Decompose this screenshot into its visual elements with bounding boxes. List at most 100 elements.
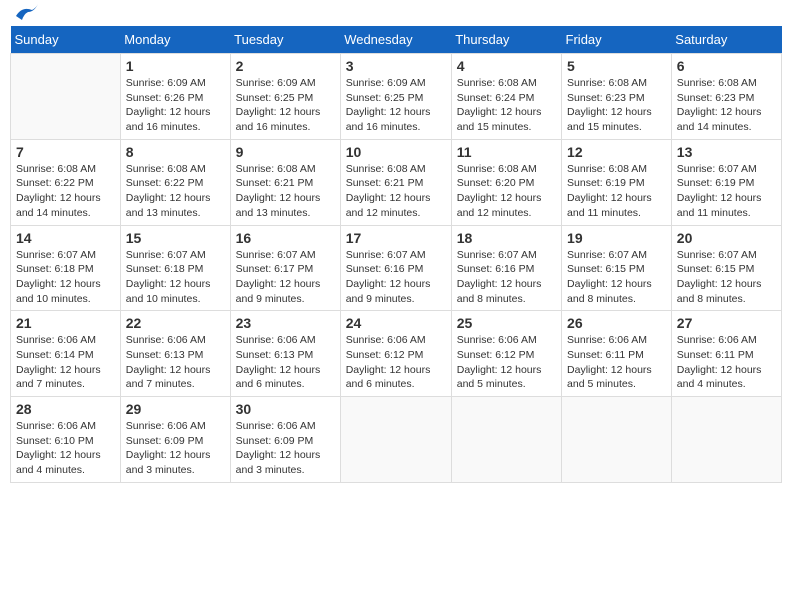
day-number: 16 bbox=[236, 230, 335, 246]
column-header-saturday: Saturday bbox=[671, 26, 781, 54]
day-info: Sunrise: 6:09 AM Sunset: 6:26 PM Dayligh… bbox=[126, 76, 225, 135]
column-header-sunday: Sunday bbox=[11, 26, 121, 54]
day-info: Sunrise: 6:07 AM Sunset: 6:19 PM Dayligh… bbox=[677, 162, 776, 221]
day-number: 12 bbox=[567, 144, 666, 160]
day-info: Sunrise: 6:08 AM Sunset: 6:20 PM Dayligh… bbox=[457, 162, 556, 221]
day-number: 23 bbox=[236, 315, 335, 331]
calendar-cell: 29 Sunrise: 6:06 AM Sunset: 6:09 PM Dayli… bbox=[120, 397, 230, 483]
day-info: Sunrise: 6:06 AM Sunset: 6:09 PM Dayligh… bbox=[126, 419, 225, 478]
calendar-cell bbox=[671, 397, 781, 483]
page-header bbox=[10, 10, 782, 18]
calendar-cell: 5Sunrise: 6:08 AM Sunset: 6:23 PM Daylig… bbox=[562, 54, 672, 140]
day-info: Sunrise: 6:06 AM Sunset: 6:09 PM Dayligh… bbox=[236, 419, 335, 478]
day-info: Sunrise: 6:06 AM Sunset: 6:13 PM Dayligh… bbox=[236, 333, 335, 392]
day-info: Sunrise: 6:07 AM Sunset: 6:15 PM Dayligh… bbox=[677, 248, 776, 307]
day-info: Sunrise: 6:08 AM Sunset: 6:22 PM Dayligh… bbox=[126, 162, 225, 221]
calendar-header-row: SundayMondayTuesdayWednesdayThursdayFrid… bbox=[11, 26, 782, 54]
day-number: 6 bbox=[677, 58, 776, 74]
day-number: 24 bbox=[346, 315, 446, 331]
calendar-cell: 20 Sunrise: 6:07 AM Sunset: 6:15 PM Dayli… bbox=[671, 225, 781, 311]
day-number: 21 bbox=[16, 315, 115, 331]
day-info: Sunrise: 6:07 AM Sunset: 6:16 PM Dayligh… bbox=[346, 248, 446, 307]
day-info: Sunrise: 6:08 AM Sunset: 6:21 PM Dayligh… bbox=[236, 162, 335, 221]
calendar-cell: 17 Sunrise: 6:07 AM Sunset: 6:16 PM Dayli… bbox=[340, 225, 451, 311]
column-header-friday: Friday bbox=[562, 26, 672, 54]
day-number: 3 bbox=[346, 58, 446, 74]
day-info: Sunrise: 6:07 AM Sunset: 6:18 PM Dayligh… bbox=[16, 248, 115, 307]
calendar-cell: 14Sunrise: 6:07 AM Sunset: 6:18 PM Dayli… bbox=[11, 225, 121, 311]
day-number: 7 bbox=[16, 144, 115, 160]
day-number: 18 bbox=[457, 230, 556, 246]
day-info: Sunrise: 6:09 AM Sunset: 6:25 PM Dayligh… bbox=[346, 76, 446, 135]
day-info: Sunrise: 6:08 AM Sunset: 6:21 PM Dayligh… bbox=[346, 162, 446, 221]
day-info: Sunrise: 6:06 AM Sunset: 6:14 PM Dayligh… bbox=[16, 333, 115, 392]
day-info: Sunrise: 6:07 AM Sunset: 6:18 PM Dayligh… bbox=[126, 248, 225, 307]
day-number: 22 bbox=[126, 315, 225, 331]
day-number: 8 bbox=[126, 144, 225, 160]
column-header-wednesday: Wednesday bbox=[340, 26, 451, 54]
day-number: 30 bbox=[236, 401, 335, 417]
calendar-cell: 6 Sunrise: 6:08 AM Sunset: 6:23 PM Daylig… bbox=[671, 54, 781, 140]
calendar-cell: 10 Sunrise: 6:08 AM Sunset: 6:21 PM Dayli… bbox=[340, 139, 451, 225]
day-number: 15 bbox=[126, 230, 225, 246]
day-info: Sunrise: 6:07 AM Sunset: 6:17 PM Dayligh… bbox=[236, 248, 335, 307]
calendar-week-2: 7 Sunrise: 6:08 AM Sunset: 6:22 PM Daylig… bbox=[11, 139, 782, 225]
day-info: Sunrise: 6:09 AM Sunset: 6:25 PM Dayligh… bbox=[236, 76, 335, 135]
column-header-monday: Monday bbox=[120, 26, 230, 54]
calendar-cell bbox=[451, 397, 561, 483]
logo-bird-icon bbox=[12, 2, 40, 24]
calendar-cell: 30 Sunrise: 6:06 AM Sunset: 6:09 PM Dayli… bbox=[230, 397, 340, 483]
calendar-cell: 4 Sunrise: 6:08 AM Sunset: 6:24 PM Daylig… bbox=[451, 54, 561, 140]
calendar-cell: 11 Sunrise: 6:08 AM Sunset: 6:20 PM Dayli… bbox=[451, 139, 561, 225]
calendar-cell: 9 Sunrise: 6:08 AM Sunset: 6:21 PM Daylig… bbox=[230, 139, 340, 225]
calendar-cell: 2 Sunrise: 6:09 AM Sunset: 6:25 PM Daylig… bbox=[230, 54, 340, 140]
day-info: Sunrise: 6:06 AM Sunset: 6:10 PM Dayligh… bbox=[16, 419, 115, 478]
day-info: Sunrise: 6:06 AM Sunset: 6:13 PM Dayligh… bbox=[126, 333, 225, 392]
day-info: Sunrise: 6:08 AM Sunset: 6:24 PM Dayligh… bbox=[457, 76, 556, 135]
day-number: 10 bbox=[346, 144, 446, 160]
calendar-cell: 26Sunrise: 6:06 AM Sunset: 6:11 PM Dayli… bbox=[562, 311, 672, 397]
day-number: 9 bbox=[236, 144, 335, 160]
calendar-cell bbox=[11, 54, 121, 140]
calendar-cell: 27Sunrise: 6:06 AM Sunset: 6:11 PM Dayli… bbox=[671, 311, 781, 397]
day-number: 19 bbox=[567, 230, 666, 246]
day-number: 17 bbox=[346, 230, 446, 246]
calendar-cell: 23 Sunrise: 6:06 AM Sunset: 6:13 PM Dayli… bbox=[230, 311, 340, 397]
calendar-cell: 18 Sunrise: 6:07 AM Sunset: 6:16 PM Dayli… bbox=[451, 225, 561, 311]
calendar-cell: 1 Sunrise: 6:09 AM Sunset: 6:26 PM Daylig… bbox=[120, 54, 230, 140]
day-info: Sunrise: 6:07 AM Sunset: 6:15 PM Dayligh… bbox=[567, 248, 666, 307]
calendar-cell: 13 Sunrise: 6:07 AM Sunset: 6:19 PM Dayli… bbox=[671, 139, 781, 225]
calendar-cell: 22 Sunrise: 6:06 AM Sunset: 6:13 PM Dayli… bbox=[120, 311, 230, 397]
calendar-cell: 7 Sunrise: 6:08 AM Sunset: 6:22 PM Daylig… bbox=[11, 139, 121, 225]
day-number: 11 bbox=[457, 144, 556, 160]
calendar-table: SundayMondayTuesdayWednesdayThursdayFrid… bbox=[10, 26, 782, 483]
day-info: Sunrise: 6:08 AM Sunset: 6:23 PM Dayligh… bbox=[567, 76, 666, 135]
calendar-cell: 25 Sunrise: 6:06 AM Sunset: 6:12 PM Dayli… bbox=[451, 311, 561, 397]
calendar-week-4: 21 Sunrise: 6:06 AM Sunset: 6:14 PM Dayli… bbox=[11, 311, 782, 397]
day-number: 29 bbox=[126, 401, 225, 417]
calendar-cell: 28 Sunrise: 6:06 AM Sunset: 6:10 PM Dayli… bbox=[11, 397, 121, 483]
day-number: 4 bbox=[457, 58, 556, 74]
calendar-cell: 16 Sunrise: 6:07 AM Sunset: 6:17 PM Dayli… bbox=[230, 225, 340, 311]
day-info: Sunrise: 6:08 AM Sunset: 6:23 PM Dayligh… bbox=[677, 76, 776, 135]
calendar-week-1: 1 Sunrise: 6:09 AM Sunset: 6:26 PM Daylig… bbox=[11, 54, 782, 140]
day-number: 20 bbox=[677, 230, 776, 246]
day-info: Sunrise: 6:06 AM Sunset: 6:11 PM Dayligh… bbox=[567, 333, 666, 392]
day-number: 27 bbox=[677, 315, 776, 331]
calendar-cell: 15 Sunrise: 6:07 AM Sunset: 6:18 PM Dayli… bbox=[120, 225, 230, 311]
calendar-cell: 8 Sunrise: 6:08 AM Sunset: 6:22 PM Daylig… bbox=[120, 139, 230, 225]
calendar-cell bbox=[340, 397, 451, 483]
calendar-week-3: 14Sunrise: 6:07 AM Sunset: 6:18 PM Dayli… bbox=[11, 225, 782, 311]
day-info: Sunrise: 6:07 AM Sunset: 6:16 PM Dayligh… bbox=[457, 248, 556, 307]
day-number: 28 bbox=[16, 401, 115, 417]
calendar-cell: 24Sunrise: 6:06 AM Sunset: 6:12 PM Dayli… bbox=[340, 311, 451, 397]
day-number: 1 bbox=[126, 58, 225, 74]
day-info: Sunrise: 6:08 AM Sunset: 6:22 PM Dayligh… bbox=[16, 162, 115, 221]
calendar-cell: 3 Sunrise: 6:09 AM Sunset: 6:25 PM Daylig… bbox=[340, 54, 451, 140]
day-info: Sunrise: 6:06 AM Sunset: 6:12 PM Dayligh… bbox=[457, 333, 556, 392]
day-number: 2 bbox=[236, 58, 335, 74]
calendar-cell: 21 Sunrise: 6:06 AM Sunset: 6:14 PM Dayli… bbox=[11, 311, 121, 397]
day-info: Sunrise: 6:08 AM Sunset: 6:19 PM Dayligh… bbox=[567, 162, 666, 221]
day-number: 25 bbox=[457, 315, 556, 331]
day-number: 13 bbox=[677, 144, 776, 160]
